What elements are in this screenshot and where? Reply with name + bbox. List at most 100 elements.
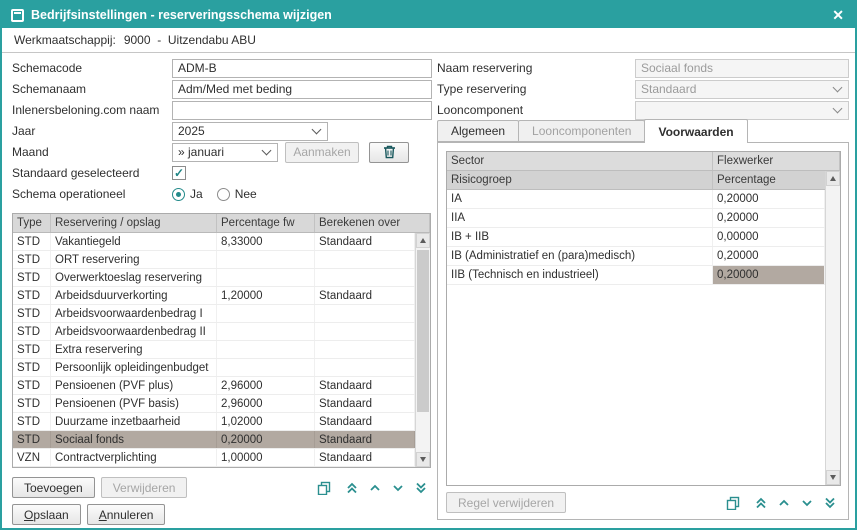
chevron-up-icon [369, 482, 381, 494]
jaar-select[interactable]: 2025 [172, 122, 328, 141]
ja-label: Ja [190, 187, 203, 201]
conditions-actions: Regel verwijderen [446, 492, 840, 513]
reservation-row[interactable]: STDSociaal fonds0,20000Standaard [13, 431, 415, 449]
reservation-cell [217, 269, 315, 286]
conditions-move-top-button[interactable] [750, 492, 771, 513]
reservation-row[interactable]: STDPensioenen (PVF plus)2,96000Standaard [13, 377, 415, 395]
col-header-reservering: Reservering / opslag [51, 214, 217, 232]
close-icon[interactable]: ✕ [830, 8, 846, 22]
operationeel-ja-radio[interactable] [172, 188, 185, 201]
looncomponent-select[interactable] [635, 101, 849, 120]
percentage-cell[interactable]: 0,00000 [713, 228, 825, 246]
tab-voorwaarden[interactable]: Voorwaarden [644, 119, 747, 143]
reservation-cell: 2,96000 [217, 377, 315, 394]
reservation-cell: STD [13, 305, 51, 322]
tab-algemeen[interactable]: Algemeen [437, 120, 519, 142]
schemanaam-label: Schemanaam [12, 82, 172, 96]
maand-select[interactable]: » januari [172, 143, 278, 162]
reservation-cell: Vakantiegeld [51, 233, 217, 250]
conditions-row[interactable]: IB (Administratief en (para)medisch)0,20… [447, 247, 825, 266]
conditions-copy-button[interactable] [722, 492, 743, 513]
annuleren-button[interactable]: Annuleren [87, 504, 166, 525]
regel-verwijderen-button[interactable]: Regel verwijderen [446, 492, 566, 513]
opslaan-button[interactable]: Opslaan [12, 504, 81, 525]
reservation-table-header: Type Reservering / opslag Percentage fw … [13, 214, 430, 233]
chevron-down-icon [801, 497, 813, 509]
reservation-cell: 1,00000 [217, 449, 315, 466]
chevron-down-icon [392, 482, 404, 494]
scroll-up-button[interactable] [416, 233, 430, 248]
reservation-move-down-button[interactable] [387, 477, 408, 498]
reservation-cell: Standaard [315, 449, 415, 466]
conditions-row[interactable]: IIA0,20000 [447, 209, 825, 228]
scroll-up-button[interactable] [826, 171, 840, 186]
reservation-row[interactable]: STDArbeidsvoorwaardenbedrag I [13, 305, 415, 323]
reservation-cell: 0,20000 [217, 431, 315, 448]
reservation-row[interactable]: STDPensioenen (PVF basis)2,96000Standaar… [13, 395, 415, 413]
conditions-icon-group [722, 492, 840, 513]
looncomponent-label: Looncomponent [437, 103, 635, 117]
inlenersbeloning-label: Inlenersbeloning.com naam [12, 103, 172, 117]
reservation-cell: Arbeidsvoorwaardenbedrag I [51, 305, 217, 322]
reservation-cell [315, 341, 415, 358]
reservation-cell: Standaard [315, 287, 415, 304]
scroll-down-button[interactable] [416, 452, 430, 467]
toevoegen-button[interactable]: Toevoegen [12, 477, 95, 498]
conditions-table-scrollbar[interactable] [825, 171, 840, 485]
col-header-percentage-fw: Percentage fw [217, 214, 315, 232]
col-header-percentage: Percentage [713, 171, 840, 189]
maand-label: Maand [12, 145, 172, 159]
scroll-down-button[interactable] [826, 470, 840, 485]
maand-value: » januari [178, 145, 224, 159]
conditions-move-down-button[interactable] [796, 492, 817, 513]
reservation-row[interactable]: STDOverwerktoeslag reservering [13, 269, 415, 287]
jaar-value: 2025 [178, 124, 205, 138]
reservation-cell [217, 305, 315, 322]
percentage-cell[interactable]: 0,20000 [713, 266, 825, 284]
reservation-cell: Contractverplichting [51, 449, 217, 466]
risicogroep-cell: IB + IIB [447, 228, 713, 246]
reservation-cell: 1,02000 [217, 413, 315, 430]
reservation-row[interactable]: STDArbeidsduurverkorting1,20000Standaard [13, 287, 415, 305]
schemanaam-input[interactable] [172, 80, 432, 99]
reservation-move-up-button[interactable] [364, 477, 385, 498]
reservation-copy-button[interactable] [313, 477, 334, 498]
tab-looncomponenten[interactable]: Looncomponenten [518, 120, 645, 142]
conditions-row[interactable]: IIB (Technisch en industrieel)0,20000 [447, 266, 825, 285]
standaard-geselecteerd-checkbox[interactable]: ✓ [172, 166, 186, 180]
reservation-cell: STD [13, 233, 51, 250]
reservation-move-bottom-button[interactable] [410, 477, 431, 498]
inlenersbeloning-input[interactable] [172, 101, 432, 120]
type-reservering-select[interactable]: Standaard [635, 80, 849, 99]
chevron-down-icon [833, 82, 843, 92]
reservation-row[interactable]: STDVakantiegeld8,33000Standaard [13, 233, 415, 251]
conditions-row[interactable]: IA0,20000 [447, 190, 825, 209]
percentage-cell[interactable]: 0,20000 [713, 247, 825, 265]
reservation-row[interactable]: STDArbeidsvoorwaardenbedrag II [13, 323, 415, 341]
naam-reservering-input[interactable] [635, 59, 849, 78]
reservation-table-scrollbar[interactable] [415, 233, 430, 467]
reservation-row[interactable]: STDPersoonlijk opleidingenbudget [13, 359, 415, 377]
reservation-row[interactable]: VZNContractverplichting1,00000Standaard [13, 449, 415, 467]
delete-month-button[interactable] [369, 142, 409, 163]
chevron-down-icon [262, 145, 272, 155]
conditions-move-up-button[interactable] [773, 492, 794, 513]
chevron-down-icon [312, 124, 322, 134]
scrollbar-thumb[interactable] [417, 250, 429, 412]
percentage-cell[interactable]: 0,20000 [713, 190, 825, 208]
percentage-cell[interactable]: 0,20000 [713, 209, 825, 227]
reservation-row[interactable]: STDExtra reservering [13, 341, 415, 359]
conditions-move-bottom-button[interactable] [819, 492, 840, 513]
operationeel-nee-radio[interactable] [217, 188, 230, 201]
scroll-up-icon [420, 238, 426, 243]
schemacode-input[interactable] [172, 59, 432, 78]
tab-bar: Algemeen Looncomponenten Voorwaarden [437, 119, 747, 142]
reservation-move-top-button[interactable] [341, 477, 362, 498]
conditions-row[interactable]: IB + IIB0,00000 [447, 228, 825, 247]
left-form: Schemacode Schemanaam Inlenersbeloning.c… [12, 58, 432, 204]
reservation-cell [217, 251, 315, 268]
reservation-row[interactable]: STDORT reservering [13, 251, 415, 269]
aanmaken-button[interactable]: Aanmaken [285, 142, 359, 163]
verwijderen-button[interactable]: Verwijderen [101, 477, 188, 498]
reservation-row[interactable]: STDDuurzame inzetbaarheid1,02000Standaar… [13, 413, 415, 431]
